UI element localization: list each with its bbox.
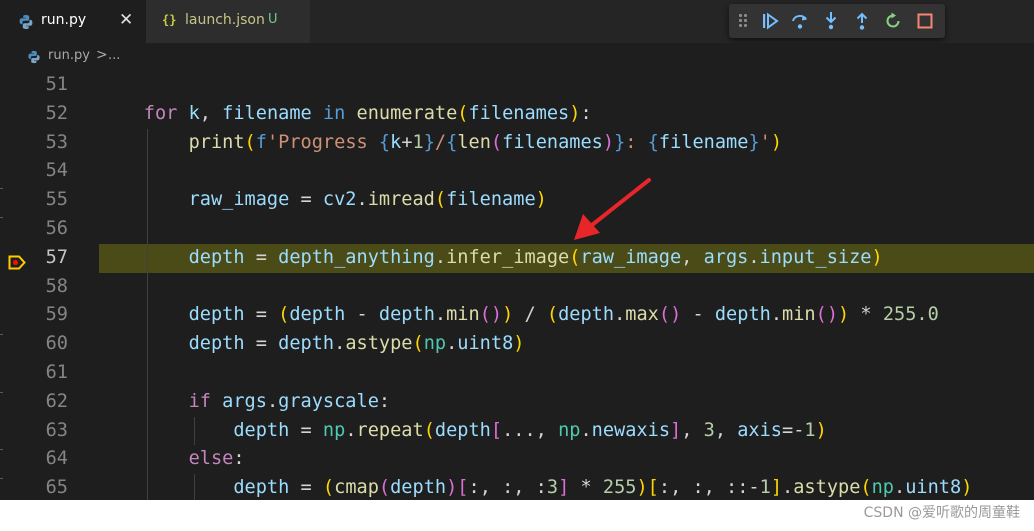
code-editor[interactable]: run.py ✕ {} launch.json U run.py > ... 5… [0, 0, 1034, 500]
watermark: CSDN @爱听歌的周童鞋 [863, 505, 1020, 521]
annotation-arrow [574, 178, 651, 240]
